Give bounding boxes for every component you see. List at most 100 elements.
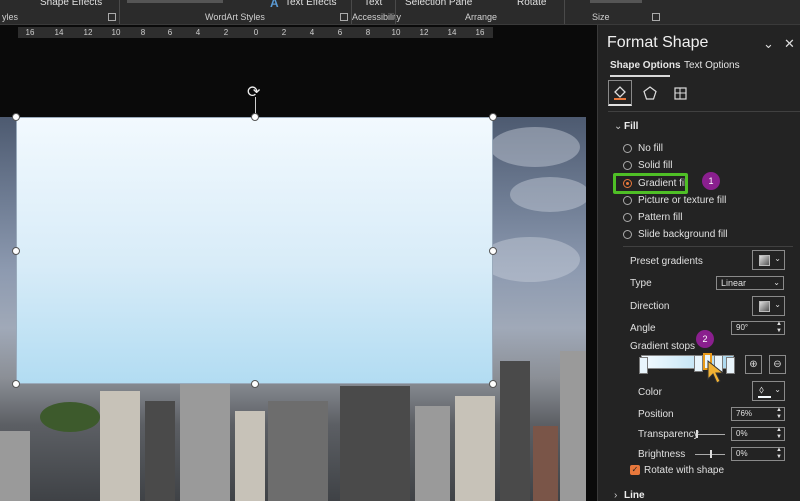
- fill-section-header[interactable]: ⌄ Fill: [614, 121, 638, 132]
- accessibility-group-label: Accessibility: [352, 12, 402, 22]
- size-launcher-icon[interactable]: [652, 13, 660, 21]
- highlight-box: [613, 173, 688, 194]
- resize-handle[interactable]: [12, 380, 20, 388]
- radio-icon: [623, 196, 632, 205]
- ribbon-separator: [564, 0, 565, 24]
- chevron-down-icon[interactable]: ⌄: [763, 36, 774, 52]
- text-effects-icon[interactable]: A: [270, 0, 279, 10]
- horizontal-ruler: 16 14 12 10 8 6 4 2 0 2 4 6 8 10 12 14 1…: [18, 27, 493, 38]
- pane-divider: [608, 111, 800, 112]
- gradient-stop[interactable]: [639, 357, 648, 374]
- resize-handle[interactable]: [12, 113, 20, 121]
- format-shape-pane: Format Shape ⌄ ✕ Shape Options Text Opti…: [597, 25, 800, 501]
- size-properties-tab-icon[interactable]: [668, 80, 692, 106]
- shape-effects-button[interactable]: Shape Effects: [40, 0, 102, 8]
- angle-label: Angle: [630, 323, 656, 334]
- chevron-right-icon: ›: [614, 490, 618, 501]
- tab-shape-options[interactable]: Shape Options: [610, 60, 681, 71]
- rotate-with-shape-checkbox[interactable]: ✓: [630, 465, 640, 475]
- ruler-label: 16: [475, 28, 485, 37]
- ruler-label: 8: [140, 28, 146, 37]
- slide-background-fill-radio[interactable]: Slide background fill: [623, 229, 728, 240]
- position-input[interactable]: 76% ▲ ▼: [731, 407, 785, 421]
- preset-gradients-dropdown[interactable]: ⌄: [752, 250, 785, 270]
- chevron-down-icon: ⌄: [774, 300, 781, 309]
- add-gradient-stop-icon[interactable]: ⊕: [745, 355, 762, 374]
- building: [560, 351, 586, 501]
- picture-texture-fill-radio[interactable]: Picture or texture fill: [623, 195, 726, 206]
- direction-swatch-icon: [759, 301, 770, 312]
- ribbon-separator: [395, 0, 396, 24]
- rotate-button[interactable]: Rotate: [517, 0, 546, 8]
- spinner-arrows-icon[interactable]: ▲ ▼: [776, 447, 782, 461]
- pentagon-icon: [643, 86, 657, 100]
- resize-handle[interactable]: [251, 113, 259, 121]
- no-fill-radio[interactable]: No fill: [623, 143, 663, 154]
- building: [145, 401, 175, 501]
- tree: [40, 402, 100, 432]
- chevron-down-icon: ⌄: [774, 385, 781, 394]
- resize-handle[interactable]: [489, 380, 497, 388]
- resize-handle[interactable]: [489, 247, 497, 255]
- transparency-input[interactable]: 0% ▲ ▼: [731, 427, 785, 441]
- effects-tab-icon[interactable]: [638, 80, 662, 106]
- cloud: [490, 127, 580, 167]
- preset-gradients-label: Preset gradients: [630, 256, 703, 267]
- building: [235, 411, 265, 501]
- ruler-label: 6: [337, 28, 343, 37]
- text-effects-button[interactable]: Text Effects: [285, 0, 337, 8]
- gradient-stop[interactable]: [726, 357, 735, 374]
- size-box[interactable]: [590, 0, 642, 3]
- building: [340, 386, 410, 501]
- spinner-arrows-icon[interactable]: ▲ ▼: [776, 427, 782, 441]
- wordart-styles-group-label: WordArt Styles: [205, 12, 265, 22]
- brightness-slider-thumb[interactable]: [710, 450, 712, 458]
- position-label: Position: [638, 409, 674, 420]
- close-icon[interactable]: ✕: [784, 36, 795, 52]
- line-section-header[interactable]: › Line: [614, 490, 645, 501]
- direction-dropdown[interactable]: ⌄: [752, 296, 785, 316]
- transparency-slider-thumb[interactable]: [696, 430, 698, 438]
- ruler-label: 8: [365, 28, 371, 37]
- angle-input[interactable]: 90° ▲ ▼: [731, 321, 785, 335]
- rotate-with-shape-label: Rotate with shape: [644, 465, 725, 476]
- divider: [623, 246, 793, 247]
- gradient-stop[interactable]: [694, 355, 703, 372]
- wordart-gallery-box[interactable]: [127, 0, 223, 3]
- ruler-label: 12: [83, 28, 93, 37]
- gradient-rectangle-shape[interactable]: [16, 117, 493, 384]
- spinner-arrows-icon[interactable]: ▲ ▼: [776, 321, 782, 335]
- step-badge-2: 2: [696, 330, 714, 348]
- radio-icon: [623, 230, 632, 239]
- solid-fill-radio[interactable]: Solid fill: [623, 160, 672, 171]
- type-dropdown[interactable]: Linear ⌄: [716, 276, 784, 290]
- shape-styles-launcher-icon[interactable]: [108, 13, 116, 21]
- resize-handle[interactable]: [12, 247, 20, 255]
- pattern-fill-radio[interactable]: Pattern fill: [623, 212, 682, 223]
- building: [180, 381, 230, 501]
- alt-text-button[interactable]: Text: [364, 0, 382, 8]
- resize-handle[interactable]: [489, 113, 497, 121]
- remove-gradient-stop-icon[interactable]: ⊖: [769, 355, 786, 374]
- direction-label: Direction: [630, 301, 670, 312]
- rotate-handle-icon[interactable]: ⟳: [247, 82, 260, 102]
- ribbon: Shape Effects yles A Text Effects WordAr…: [0, 0, 800, 25]
- ruler-label: 10: [391, 28, 401, 37]
- ruler-label: 14: [54, 28, 64, 37]
- resize-handle[interactable]: [251, 380, 259, 388]
- gradient-swatch-icon: [759, 255, 770, 266]
- fill-line-tab-icon[interactable]: [608, 80, 632, 106]
- color-picker-button[interactable]: ⬨ ⌄: [752, 381, 785, 401]
- building: [268, 401, 328, 501]
- tab-text-options[interactable]: Text Options: [684, 60, 740, 71]
- chevron-down-icon: ⌄: [614, 121, 623, 132]
- brightness-input[interactable]: 0% ▲ ▼: [731, 447, 785, 461]
- building: [100, 391, 140, 501]
- ruler-label: 2: [281, 28, 287, 37]
- chevron-down-icon: ⌄: [774, 254, 781, 263]
- transparency-slider[interactable]: [695, 434, 725, 435]
- spinner-arrows-icon[interactable]: ▲ ▼: [776, 407, 782, 421]
- building: [500, 361, 530, 501]
- selection-pane-button[interactable]: Selection Pane: [405, 0, 472, 8]
- wordart-launcher-icon[interactable]: [340, 13, 348, 21]
